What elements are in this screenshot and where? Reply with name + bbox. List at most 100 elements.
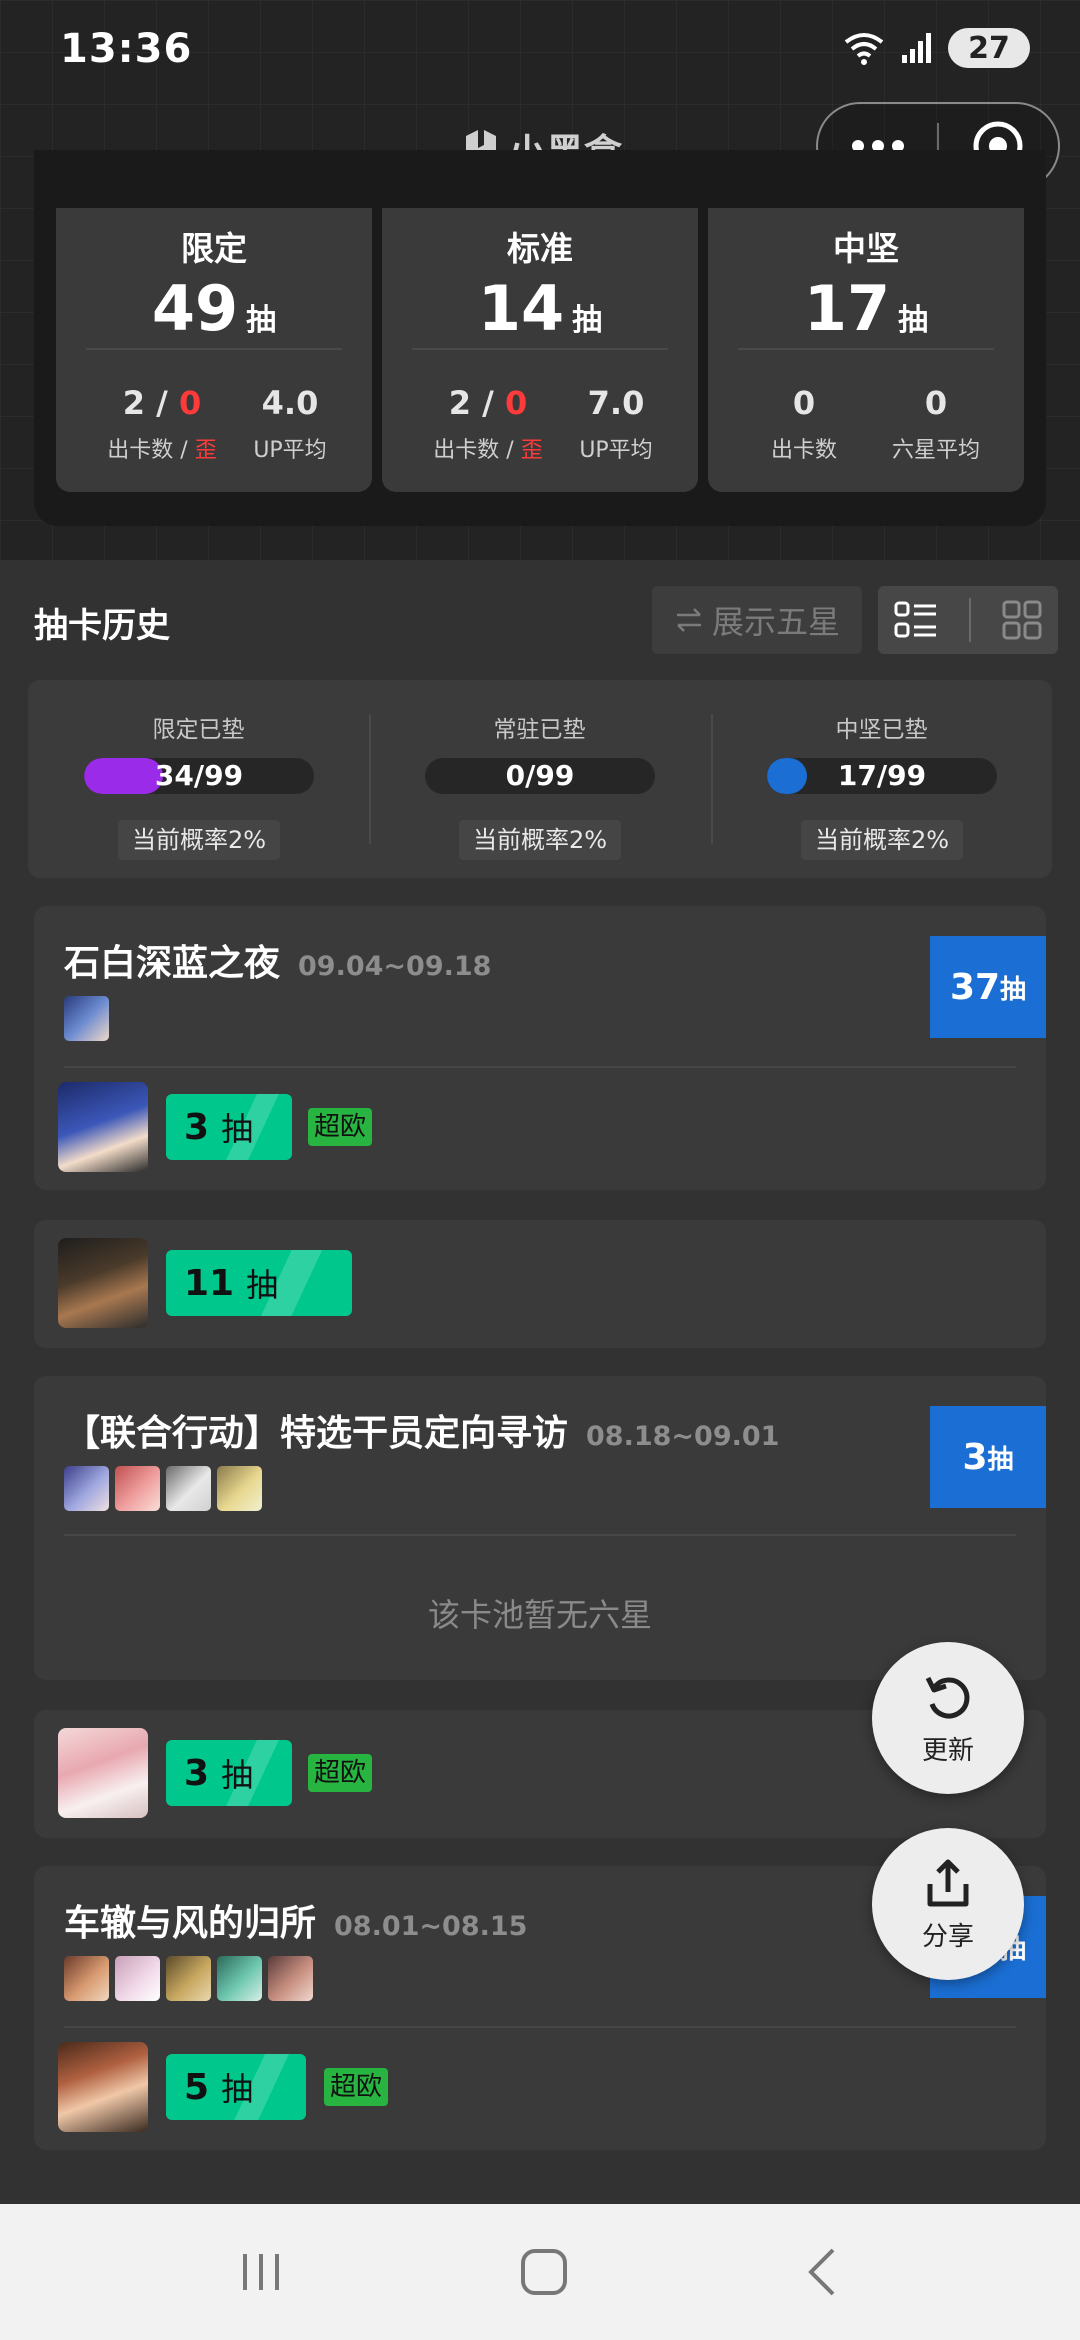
operator-avatar bbox=[58, 2042, 148, 2132]
share-button[interactable]: 分享 bbox=[872, 1828, 1024, 1980]
banner-title: 【联合行动】特选干员定向寻访 bbox=[64, 1413, 569, 1454]
grid-view-icon[interactable] bbox=[1002, 600, 1042, 640]
stat-up-avg: 4.0 UP平均 bbox=[220, 384, 360, 464]
pool-card-standard: 标准 14 抽 2 / 0 出卡数 / 歪 7.0 UP平均 bbox=[382, 208, 698, 492]
lucky-tag: 超欧 bbox=[308, 1754, 373, 1792]
stat-up-avg-label: UP平均 bbox=[579, 438, 653, 463]
pool-count-unit: 抽 bbox=[898, 303, 929, 338]
pull-count-pill: 5抽 bbox=[166, 2054, 306, 2120]
lucky-tag: 超欧 bbox=[308, 1108, 373, 1146]
refresh-label: 更新 bbox=[921, 1735, 974, 1766]
divider bbox=[64, 1534, 1016, 1536]
back-icon[interactable] bbox=[803, 2246, 843, 2298]
pity-core: 中坚已垫 17/99 当前概率2% bbox=[711, 680, 1052, 878]
pity-limited: 限定已垫 34/99 当前概率2% bbox=[28, 680, 369, 878]
list-view-icon[interactable] bbox=[894, 600, 938, 640]
empty-note: 该卡池暂无六星 bbox=[427, 1596, 652, 1634]
toggle-divider bbox=[968, 598, 971, 642]
operator-thumb bbox=[64, 996, 109, 1041]
stat-label-cards: 出卡数 / bbox=[433, 438, 521, 463]
pool-count: 14 抽 bbox=[382, 272, 698, 345]
share-label: 分享 bbox=[921, 1921, 974, 1952]
divider bbox=[64, 1066, 1016, 1068]
banner-title: 石白深蓝之夜 bbox=[64, 943, 281, 984]
swap-icon bbox=[676, 608, 701, 632]
stat-up-avg: 7.0 UP平均 bbox=[546, 384, 686, 464]
home-icon[interactable] bbox=[518, 2246, 570, 2298]
pool-count: 17 抽 bbox=[708, 272, 1024, 345]
total-number: 37 bbox=[949, 966, 1001, 1008]
pull-number: 5 bbox=[184, 2066, 210, 2108]
pool-count-unit: 抽 bbox=[572, 303, 603, 338]
show-five-star-button[interactable]: 展示五星 bbox=[652, 586, 862, 654]
stat-up-avg-label: UP平均 bbox=[253, 438, 327, 463]
pool-count: 49 抽 bbox=[56, 272, 372, 345]
recents-icon[interactable] bbox=[237, 2248, 285, 2296]
banner-operators bbox=[64, 1956, 313, 2001]
stat-six-avg: 0 六星平均 bbox=[866, 384, 1006, 464]
banner-operators bbox=[64, 996, 109, 1041]
pull-number: 3 bbox=[184, 1106, 210, 1148]
banner-date: 08.01~08.15 bbox=[334, 1911, 528, 1942]
stat-label-cards: 出卡数 / bbox=[107, 438, 195, 463]
pull-unit: 抽 bbox=[246, 1266, 279, 1304]
banner-operators bbox=[64, 1466, 262, 1511]
pity-panel: 限定已垫 34/99 当前概率2% 常驻已垫 0/99 当前概率2% 中坚已垫 … bbox=[28, 680, 1052, 878]
history-title: 抽卡历史 bbox=[34, 606, 170, 646]
divider bbox=[738, 348, 994, 350]
pull-count-pill: 11 抽 bbox=[166, 1250, 352, 1316]
operator-thumb bbox=[166, 1956, 211, 2001]
pity-standard: 常驻已垫 0/99 当前概率2% bbox=[369, 680, 710, 878]
divider bbox=[64, 2026, 1016, 2028]
banner-total-badge: 37 抽 bbox=[930, 936, 1046, 1038]
stat-label-off: 歪 bbox=[520, 438, 543, 463]
share-icon bbox=[927, 1859, 969, 1906]
pity-rate: 当前概率2% bbox=[118, 820, 280, 860]
divider bbox=[86, 348, 342, 350]
total-number: 3 bbox=[962, 1436, 988, 1478]
stat-cards: 2 bbox=[448, 384, 472, 422]
stat-cards-off: 2 / 0 出卡数 / 歪 bbox=[92, 384, 232, 464]
pull-unit: 抽 bbox=[221, 2070, 254, 2108]
operator-avatar bbox=[58, 1728, 148, 1818]
stat-six-avg-label: 六星平均 bbox=[891, 438, 980, 463]
banner-title: 车辙与风的归所 bbox=[64, 1903, 317, 1944]
system-nav-bar bbox=[0, 2204, 1080, 2340]
lucky-tag: 超欧 bbox=[324, 2068, 389, 2106]
operator-thumb bbox=[217, 1956, 262, 2001]
total-unit: 抽 bbox=[1000, 974, 1027, 1005]
operator-thumb bbox=[115, 1466, 160, 1511]
stat-sep: / bbox=[145, 384, 179, 422]
pool-name: 中坚 bbox=[833, 229, 899, 268]
banner-card[interactable]: 【联合行动】特选干员定向寻访 08.18~09.01 3抽 该卡池暂无六星 bbox=[34, 1376, 1046, 1680]
pull-count-pill: 3抽 bbox=[166, 1740, 292, 1806]
stat-cards: 0 出卡数 bbox=[734, 384, 874, 464]
pool-name: 限定 bbox=[181, 229, 247, 268]
pull-card[interactable]: 11 抽 bbox=[34, 1220, 1046, 1348]
signal-icon bbox=[902, 33, 931, 63]
stat-cards-off: 2 / 0 出卡数 / 歪 bbox=[418, 384, 558, 464]
stat-label-off: 歪 bbox=[194, 438, 217, 463]
operator-thumb bbox=[115, 1956, 160, 2001]
pool-count-unit: 抽 bbox=[246, 303, 277, 338]
operator-thumb bbox=[268, 1956, 313, 2001]
pool-count-number: 17 bbox=[803, 272, 891, 345]
total-unit: 抽 bbox=[987, 1444, 1014, 1475]
pity-rate: 当前概率2% bbox=[459, 820, 621, 860]
pity-value: 34/99 bbox=[154, 759, 244, 792]
operator-thumb bbox=[217, 1466, 262, 1511]
banner-card[interactable]: 石白深蓝之夜 09.04~09.18 37 抽 3抽 超欧 bbox=[34, 906, 1046, 1190]
stat-cards-label: 出卡数 bbox=[770, 438, 837, 463]
pool-card-core: 中坚 17 抽 0 出卡数 0 六星平均 bbox=[708, 208, 1024, 492]
pool-card-limited: 限定 49 抽 2 / 0 出卡数 / 歪 4.0 UP平均 bbox=[56, 208, 372, 492]
operator-avatar bbox=[58, 1082, 148, 1172]
refresh-button[interactable]: 更新 bbox=[872, 1642, 1024, 1794]
stat-six-avg-value: 0 bbox=[924, 384, 948, 422]
banner-title-row: 车辙与风的归所 08.01~08.15 bbox=[64, 1894, 527, 1946]
pity-value: 0/99 bbox=[505, 759, 575, 792]
operator-thumb bbox=[166, 1466, 211, 1511]
pity-label: 中坚已垫 bbox=[835, 717, 928, 743]
stat-up-avg-value: 4.0 bbox=[261, 384, 319, 422]
operator-thumb bbox=[64, 1956, 109, 2001]
pool-count-number: 49 bbox=[151, 272, 239, 345]
